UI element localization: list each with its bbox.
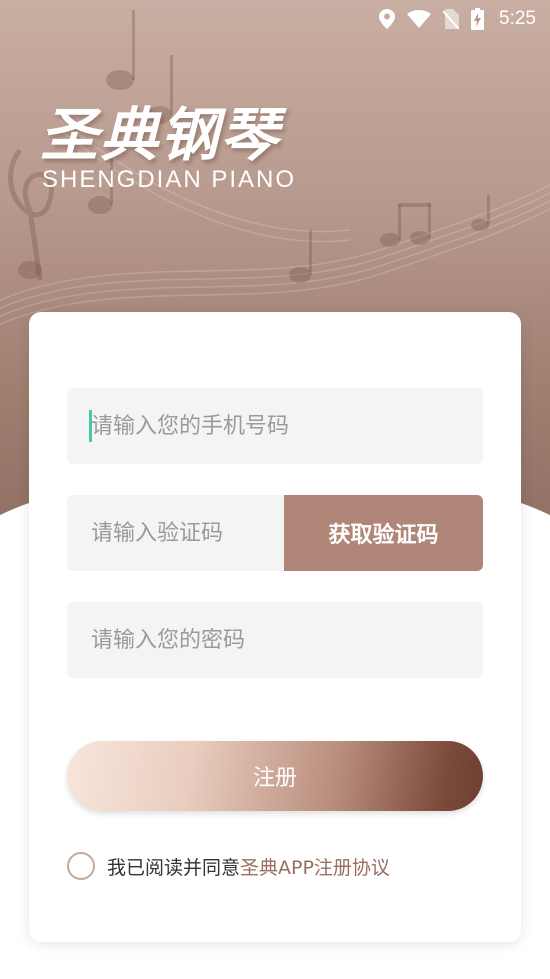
phone-input[interactable] — [67, 388, 483, 464]
verification-code-input[interactable] — [67, 495, 284, 571]
brand-title-en: SHENGDIAN PIANO — [42, 166, 297, 193]
battery-charging-icon — [471, 8, 484, 30]
wifi-icon — [407, 10, 431, 28]
password-input[interactable] — [67, 602, 483, 678]
location-icon — [379, 9, 395, 29]
code-field — [67, 495, 284, 571]
brand-title-cn: 圣典钢琴 — [40, 101, 281, 169]
password-field — [67, 602, 483, 678]
status-bar: 5:25 — [0, 0, 550, 40]
register-card: 获取验证码 注册 我已阅读并同意 圣典APP注册协议 — [29, 312, 521, 942]
agreement-text: 我已阅读并同意 — [107, 856, 241, 879]
get-code-button[interactable]: 获取验证码 — [284, 495, 483, 571]
register-button[interactable]: 注册 — [67, 741, 483, 811]
status-time: 5:25 — [499, 8, 536, 29]
agreement-row: 我已阅读并同意 圣典APP注册协议 — [67, 852, 390, 880]
agreement-checkbox[interactable] — [67, 852, 95, 880]
text-caret — [89, 410, 92, 442]
phone-field — [67, 388, 483, 464]
agreement-link[interactable]: 圣典APP注册协议 — [240, 853, 390, 880]
no-sim-icon — [443, 9, 459, 29]
